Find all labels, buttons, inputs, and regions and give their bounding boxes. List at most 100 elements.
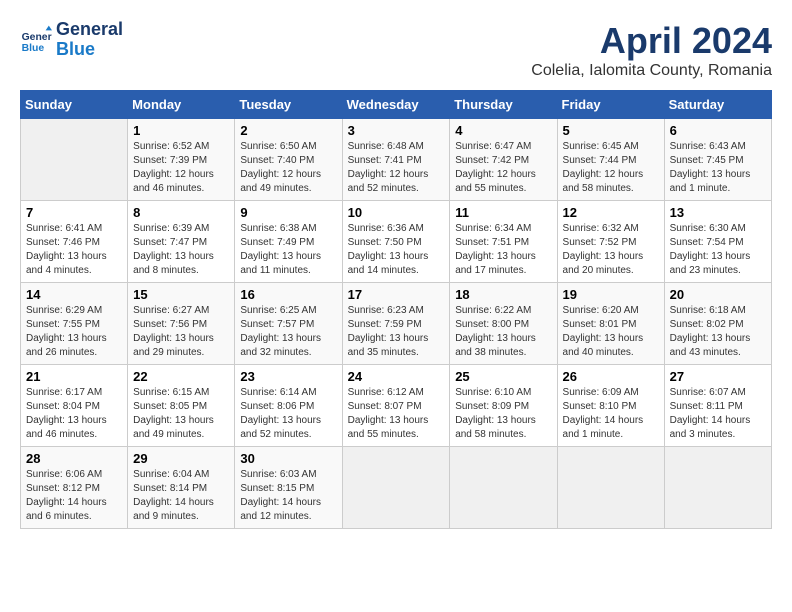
day-number: 9 xyxy=(240,205,336,220)
calendar-cell xyxy=(450,447,557,529)
day-info: Sunrise: 6:45 AM Sunset: 7:44 PM Dayligh… xyxy=(563,140,659,196)
day-number: 24 xyxy=(348,369,445,384)
calendar-table: SundayMondayTuesdayWednesdayThursdayFrid… xyxy=(20,90,772,529)
calendar-cell: 12Sunrise: 6:32 AM Sunset: 7:52 PM Dayli… xyxy=(557,201,664,283)
title-section: April 2024 Colelia, Ialomita County, Rom… xyxy=(531,20,772,80)
day-number: 11 xyxy=(455,205,551,220)
day-info: Sunrise: 6:29 AM Sunset: 7:55 PM Dayligh… xyxy=(26,304,122,360)
header-cell-saturday: Saturday xyxy=(664,91,771,119)
calendar-cell: 3 Sunrise: 6:48 AM Sunset: 7:41 PM Daylig… xyxy=(342,119,450,201)
calendar-week-row: 1 Sunrise: 6:52 AM Sunset: 7:39 PM Daylig… xyxy=(21,119,772,201)
day-number: 5 xyxy=(563,123,659,138)
day-info: Sunrise: 6:07 AM Sunset: 8:11 PM Dayligh… xyxy=(670,386,766,442)
day-info: Sunrise: 6:34 AM Sunset: 7:51 PM Dayligh… xyxy=(455,222,551,278)
calendar-cell: 20Sunrise: 6:18 AM Sunset: 8:02 PM Dayli… xyxy=(664,283,771,365)
calendar-week-row: 7 Sunrise: 6:41 AM Sunset: 7:46 PM Daylig… xyxy=(21,201,772,283)
calendar-cell: 29 Sunrise: 6:04 AM Sunset: 8:14 PM Dayli… xyxy=(128,447,235,529)
header-cell-monday: Monday xyxy=(128,91,235,119)
day-number: 14 xyxy=(26,287,122,302)
svg-text:General: General xyxy=(22,32,52,43)
calendar-cell: 10Sunrise: 6:36 AM Sunset: 7:50 PM Dayli… xyxy=(342,201,450,283)
day-info: Sunrise: 6:52 AM Sunset: 7:39 PM Dayligh… xyxy=(133,140,229,196)
day-number: 2 xyxy=(240,123,336,138)
calendar-cell: 13 Sunrise: 6:30 AM Sunset: 7:54 PM Dayli… xyxy=(664,201,771,283)
day-info: Sunrise: 6:10 AM Sunset: 8:09 PM Dayligh… xyxy=(455,386,551,442)
day-info: Sunrise: 6:17 AM Sunset: 8:04 PM Dayligh… xyxy=(26,386,122,442)
day-info: Sunrise: 6:41 AM Sunset: 7:46 PM Dayligh… xyxy=(26,222,122,278)
calendar-week-row: 14 Sunrise: 6:29 AM Sunset: 7:55 PM Dayli… xyxy=(21,283,772,365)
calendar-cell xyxy=(342,447,450,529)
header-cell-thursday: Thursday xyxy=(450,91,557,119)
day-info: Sunrise: 6:14 AM Sunset: 8:06 PM Dayligh… xyxy=(240,386,336,442)
header-cell-friday: Friday xyxy=(557,91,664,119)
day-info: Sunrise: 6:03 AM Sunset: 8:15 PM Dayligh… xyxy=(240,468,336,524)
day-number: 6 xyxy=(670,123,766,138)
calendar-cell: 6 Sunrise: 6:43 AM Sunset: 7:45 PM Daylig… xyxy=(664,119,771,201)
day-number: 1 xyxy=(133,123,229,138)
calendar-cell: 14 Sunrise: 6:29 AM Sunset: 7:55 PM Dayli… xyxy=(21,283,128,365)
calendar-cell: 5 Sunrise: 6:45 AM Sunset: 7:44 PM Daylig… xyxy=(557,119,664,201)
day-info: Sunrise: 6:47 AM Sunset: 7:42 PM Dayligh… xyxy=(455,140,551,196)
day-number: 25 xyxy=(455,369,551,384)
logo-icon: General Blue xyxy=(20,24,52,56)
day-info: Sunrise: 6:04 AM Sunset: 8:14 PM Dayligh… xyxy=(133,468,229,524)
day-info: Sunrise: 6:50 AM Sunset: 7:40 PM Dayligh… xyxy=(240,140,336,196)
day-number: 30 xyxy=(240,451,336,466)
day-number: 22 xyxy=(133,369,229,384)
day-info: Sunrise: 6:48 AM Sunset: 7:41 PM Dayligh… xyxy=(348,140,445,196)
calendar-cell: 2 Sunrise: 6:50 AM Sunset: 7:40 PM Daylig… xyxy=(235,119,342,201)
day-number: 4 xyxy=(455,123,551,138)
day-number: 3 xyxy=(348,123,445,138)
calendar-cell: 30 Sunrise: 6:03 AM Sunset: 8:15 PM Dayli… xyxy=(235,447,342,529)
calendar-cell: 11 Sunrise: 6:34 AM Sunset: 7:51 PM Dayli… xyxy=(450,201,557,283)
calendar-cell: 15 Sunrise: 6:27 AM Sunset: 7:56 PM Dayli… xyxy=(128,283,235,365)
calendar-subtitle: Colelia, Ialomita County, Romania xyxy=(531,62,772,80)
day-number: 13 xyxy=(670,205,766,220)
day-number: 27 xyxy=(670,369,766,384)
calendar-cell: 9 Sunrise: 6:38 AM Sunset: 7:49 PM Daylig… xyxy=(235,201,342,283)
day-number: 29 xyxy=(133,451,229,466)
day-info: Sunrise: 6:12 AM Sunset: 8:07 PM Dayligh… xyxy=(348,386,445,442)
calendar-cell: 16Sunrise: 6:25 AM Sunset: 7:57 PM Dayli… xyxy=(235,283,342,365)
calendar-cell xyxy=(557,447,664,529)
logo-text: General Blue xyxy=(56,20,123,60)
calendar-week-row: 21Sunrise: 6:17 AM Sunset: 8:04 PM Dayli… xyxy=(21,365,772,447)
day-info: Sunrise: 6:38 AM Sunset: 7:49 PM Dayligh… xyxy=(240,222,336,278)
calendar-cell: 25 Sunrise: 6:10 AM Sunset: 8:09 PM Dayli… xyxy=(450,365,557,447)
header-cell-sunday: Sunday xyxy=(21,91,128,119)
calendar-cell: 19Sunrise: 6:20 AM Sunset: 8:01 PM Dayli… xyxy=(557,283,664,365)
calendar-cell: 27 Sunrise: 6:07 AM Sunset: 8:11 PM Dayli… xyxy=(664,365,771,447)
day-number: 15 xyxy=(133,287,229,302)
day-info: Sunrise: 6:32 AM Sunset: 7:52 PM Dayligh… xyxy=(563,222,659,278)
calendar-cell: 21Sunrise: 6:17 AM Sunset: 8:04 PM Dayli… xyxy=(21,365,128,447)
calendar-cell: 18Sunrise: 6:22 AM Sunset: 8:00 PM Dayli… xyxy=(450,283,557,365)
day-number: 7 xyxy=(26,205,122,220)
day-number: 10 xyxy=(348,205,445,220)
day-number: 17 xyxy=(348,287,445,302)
calendar-week-row: 28Sunrise: 6:06 AM Sunset: 8:12 PM Dayli… xyxy=(21,447,772,529)
day-info: Sunrise: 6:20 AM Sunset: 8:01 PM Dayligh… xyxy=(563,304,659,360)
day-info: Sunrise: 6:39 AM Sunset: 7:47 PM Dayligh… xyxy=(133,222,229,278)
day-number: 18 xyxy=(455,287,551,302)
calendar-cell: 8 Sunrise: 6:39 AM Sunset: 7:47 PM Daylig… xyxy=(128,201,235,283)
calendar-cell: 4 Sunrise: 6:47 AM Sunset: 7:42 PM Daylig… xyxy=(450,119,557,201)
day-number: 8 xyxy=(133,205,229,220)
day-info: Sunrise: 6:43 AM Sunset: 7:45 PM Dayligh… xyxy=(670,140,766,196)
day-info: Sunrise: 6:09 AM Sunset: 8:10 PM Dayligh… xyxy=(563,386,659,442)
calendar-cell: 22 Sunrise: 6:15 AM Sunset: 8:05 PM Dayli… xyxy=(128,365,235,447)
day-info: Sunrise: 6:15 AM Sunset: 8:05 PM Dayligh… xyxy=(133,386,229,442)
logo: General Blue General Blue xyxy=(20,20,123,60)
day-number: 20 xyxy=(670,287,766,302)
calendar-cell: 23 Sunrise: 6:14 AM Sunset: 8:06 PM Dayli… xyxy=(235,365,342,447)
day-info: Sunrise: 6:27 AM Sunset: 7:56 PM Dayligh… xyxy=(133,304,229,360)
day-info: Sunrise: 6:30 AM Sunset: 7:54 PM Dayligh… xyxy=(670,222,766,278)
calendar-cell: 26 Sunrise: 6:09 AM Sunset: 8:10 PM Dayli… xyxy=(557,365,664,447)
calendar-title: April 2024 xyxy=(531,20,772,62)
day-number: 23 xyxy=(240,369,336,384)
calendar-header-row: SundayMondayTuesdayWednesdayThursdayFrid… xyxy=(21,91,772,119)
header-cell-tuesday: Tuesday xyxy=(235,91,342,119)
header-cell-wednesday: Wednesday xyxy=(342,91,450,119)
day-number: 16 xyxy=(240,287,336,302)
day-number: 28 xyxy=(26,451,122,466)
day-number: 26 xyxy=(563,369,659,384)
